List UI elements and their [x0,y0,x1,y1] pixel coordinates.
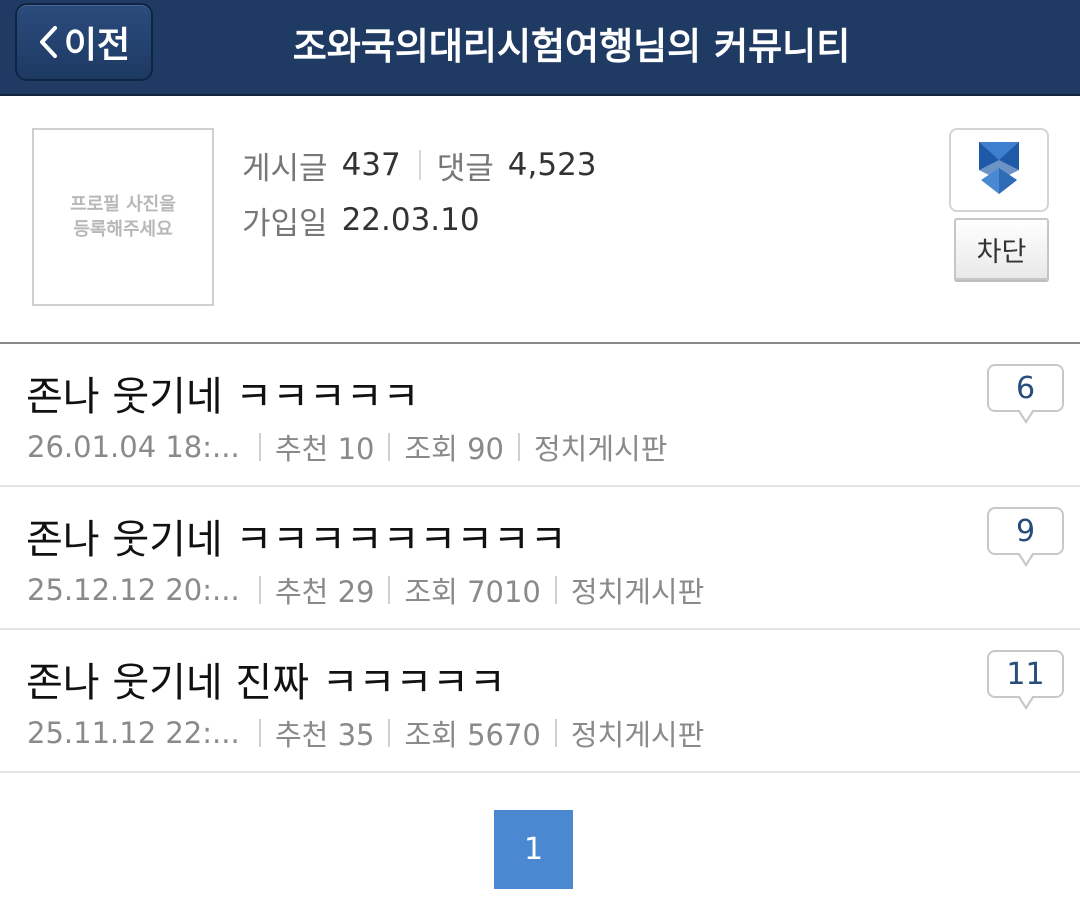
post-item[interactable]: 존나 웃기네 진짜 ㅋㅋㅋㅋㅋ 25.11.12 22:... 추천 35 조회… [0,630,1080,773]
back-button[interactable]: 이전 [15,3,153,81]
post-likes: 추천 10 [275,432,375,466]
meta-divider [388,433,391,461]
post-title[interactable]: 존나 웃기네 진짜 ㅋㅋㅋㅋㅋ [26,650,506,708]
post-item[interactable]: 존나 웃기네 ㅋㅋㅋㅋㅋ 26.01.04 18:... 추천 10 조회 90… [0,344,1080,487]
activity-stats: 게시글 437 댓글 4,523 [242,142,597,188]
pagination: 1 [494,810,573,889]
post-views: 조회 90 [404,432,504,466]
post-views: 조회 7010 [404,575,541,609]
photo-placeholder-line2: 등록해주세요 [73,219,173,240]
comments-label: 댓글 [436,150,494,187]
meta-divider [259,576,261,604]
profile-photo-placeholder: 프로필 사진을 등록해주세요 [32,128,214,306]
photo-placeholder-line1: 프로필 사진을 [70,194,176,215]
meta-divider [259,719,261,747]
brand-logo-button[interactable] [949,128,1049,212]
profile-stats: 게시글 437 댓글 4,523 가입일 22.03.10 [242,142,597,243]
page-1-button[interactable]: 1 [494,810,573,889]
meta-divider [388,719,391,747]
post-likes: 추천 35 [275,718,375,752]
post-date: 25.11.12 22:... [27,716,240,750]
post-list: 존나 웃기네 ㅋㅋㅋㅋㅋ 26.01.04 18:... 추천 10 조회 90… [0,344,1080,773]
posts-label: 게시글 [242,150,328,187]
meta-divider [388,576,391,604]
post-date: 26.01.04 18:... [27,430,240,464]
post-likes: 추천 29 [275,575,375,609]
joined-label: 가입일 [242,205,328,242]
comment-count-badge[interactable]: 9 [987,507,1064,567]
posts-count: 437 [341,147,401,183]
post-item[interactable]: 존나 웃기네 ㅋㅋㅋㅋㅋㅋㅋㅋㅋ 25.12.12 20:... 추천 29 조… [0,487,1080,630]
comments-count: 4,523 [507,147,597,183]
post-views: 조회 5670 [404,718,541,752]
profile-section: 프로필 사진을 등록해주세요 게시글 437 댓글 4,523 가입일 22.0… [0,96,1080,344]
post-title[interactable]: 존나 웃기네 ㅋㅋㅋㅋㅋㅋㅋㅋㅋ [26,507,567,565]
top-bar: 이전 조와국의대리시험여행님의 커뮤니티 [0,0,1080,96]
meta-divider [554,576,557,604]
post-date: 25.12.12 20:... [27,573,240,607]
brand-logo-icon [977,140,1021,200]
post-title[interactable]: 존나 웃기네 ㅋㅋㅋㅋㅋ [26,364,419,422]
chevron-left-icon [38,25,58,59]
post-meta: 26.01.04 18:... 추천 10 조회 90 정치게시판 [27,426,667,468]
post-board: 정치게시판 [533,432,668,466]
post-board: 정치게시판 [570,718,705,752]
page-title: 조와국의대리시험여행님의 커뮤니티 [292,25,851,68]
comment-count-badge[interactable]: 11 [987,650,1064,710]
back-button-label: 이전 [63,25,131,66]
comment-count-badge[interactable]: 6 [987,364,1064,424]
post-meta: 25.11.12 22:... 추천 35 조회 5670 정치게시판 [27,712,704,754]
stat-divider [418,150,421,180]
meta-divider [554,719,557,747]
block-button[interactable]: 차단 [954,218,1049,280]
meta-divider [517,433,520,461]
meta-divider [259,433,261,461]
post-board: 정치게시판 [570,575,705,609]
post-meta: 25.12.12 20:... 추천 29 조회 7010 정치게시판 [27,569,704,611]
joined-date: 22.03.10 [341,202,480,238]
join-info: 가입일 22.03.10 [242,197,597,243]
